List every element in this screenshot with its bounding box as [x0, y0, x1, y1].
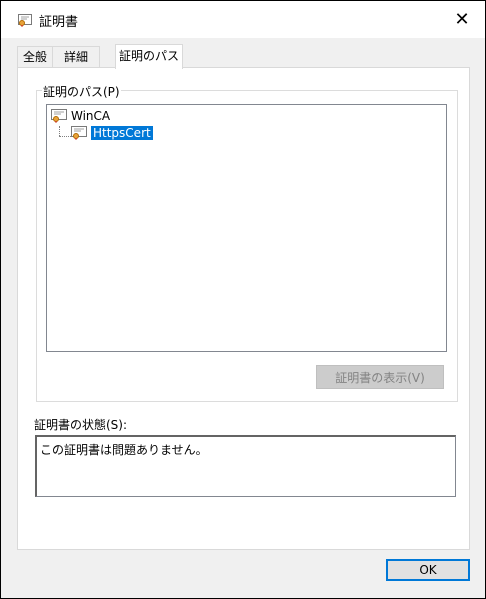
certificate-status-box[interactable]: この証明書は問題ありません。: [35, 435, 456, 497]
title-bar: 証明書 ✕: [1, 1, 485, 38]
tree-item-httpscert[interactable]: HttpsCert: [71, 125, 154, 141]
view-certificate-button[interactable]: 証明書の表示(V): [316, 365, 444, 389]
tree-item-label: HttpsCert: [90, 125, 154, 141]
ok-button[interactable]: OK: [386, 559, 470, 581]
certificate-icon: [51, 109, 67, 123]
certificate-status-text: この証明書は問題ありません。: [40, 443, 208, 457]
tab-general[interactable]: 全般: [17, 46, 53, 67]
tree-connector: [59, 126, 60, 136]
close-icon: ✕: [454, 9, 470, 30]
close-button[interactable]: ✕: [439, 1, 485, 38]
tab-panel: 証明のパス(P) WinCA HttpsCert 証明書の表示(V) 証明書の状…: [17, 67, 470, 550]
certificate-icon: [71, 126, 87, 140]
certificate-icon: [18, 13, 32, 27]
tree-connector: [59, 136, 71, 137]
certification-path-label: 証明のパス(P): [42, 83, 121, 100]
certificate-status-label: 証明書の状態(S):: [34, 418, 128, 432]
tree-item-winca[interactable]: WinCA: [51, 108, 110, 124]
window-title: 証明書: [39, 15, 79, 30]
certification-path-tree[interactable]: WinCA HttpsCert: [46, 104, 447, 352]
tab-certification-path[interactable]: 証明のパス: [115, 44, 183, 69]
tree-item-label: WinCA: [71, 109, 111, 123]
certificate-dialog: 証明書 ✕ 全般 詳細 証明のパス 証明のパス(P) WinCA HttpsCe…: [1, 1, 485, 598]
tab-details[interactable]: 詳細: [52, 46, 100, 67]
